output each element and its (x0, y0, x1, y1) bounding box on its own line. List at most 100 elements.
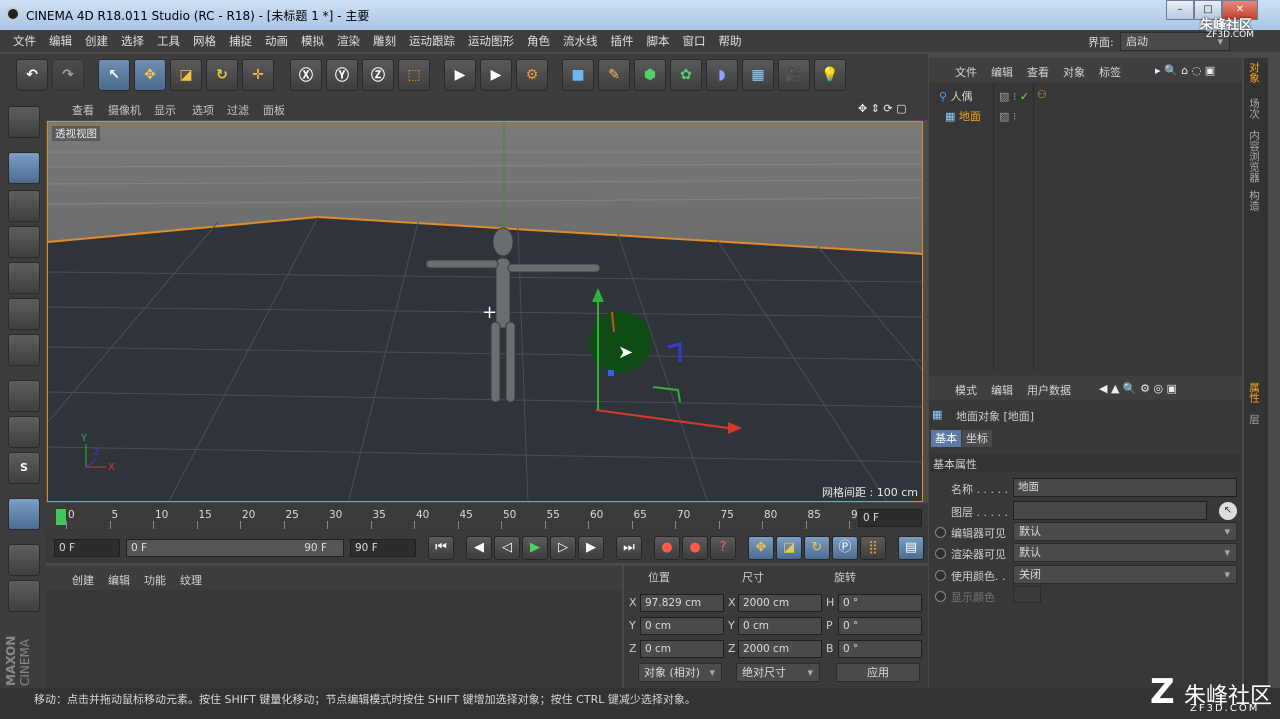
om-tool-icons[interactable]: ▸ 🔍 ⌂ ◌ ▣ (1155, 64, 1215, 77)
playhead[interactable] (56, 509, 66, 525)
move-tool-icon[interactable]: ✥ (134, 59, 166, 91)
vp-menu-filter[interactable]: 过滤 (227, 102, 249, 118)
mat-menu-edit[interactable]: 编辑 (108, 572, 130, 588)
rotate-tool-icon[interactable]: ↻ (206, 59, 238, 91)
figure-tag-icon[interactable]: ⚇ (1037, 88, 1047, 101)
side-tab-0[interactable]: 对象 (1247, 62, 1262, 83)
next-frame-icon[interactable]: ▷ (550, 536, 576, 560)
key-pla-icon[interactable]: ⣿ (860, 536, 886, 560)
vp-menu-options[interactable]: 选项 (192, 102, 214, 118)
attr-select-4[interactable]: 关闭 (1013, 565, 1237, 584)
am-menu-edit[interactable]: 编辑 (991, 382, 1013, 398)
perspective-viewport[interactable]: + ➤ 透视视图 Y X Z 网格间距 : 100 cm (47, 121, 923, 502)
timeline[interactable]: 051015202530354045505560657075808590 0 F (46, 503, 928, 533)
mat-menu-create[interactable]: 创建 (72, 572, 94, 588)
menu-item-10[interactable]: 雕刻 (373, 30, 396, 52)
am-menu-userdata[interactable]: 用户数据 (1027, 382, 1071, 398)
size-field[interactable]: 2000 cm (738, 640, 822, 658)
menu-item-4[interactable]: 工具 (157, 30, 180, 52)
edges-mode-icon[interactable] (8, 298, 40, 330)
menu-item-15[interactable]: 插件 (611, 30, 634, 52)
menu-item-13[interactable]: 角色 (527, 30, 550, 52)
vp-menu-panel[interactable]: 面板 (263, 102, 285, 118)
rot-field[interactable]: 0 ° (838, 640, 922, 658)
layer-picker-icon[interactable]: ↖ (1219, 502, 1237, 520)
pos-field[interactable]: 97.829 cm (640, 594, 724, 612)
display-color-swatch[interactable] (1013, 586, 1041, 603)
key-position-icon[interactable]: ✥ (748, 536, 774, 560)
pos-field[interactable]: 0 cm (640, 617, 724, 635)
menu-item-14[interactable]: 流水线 (563, 30, 598, 52)
mat-menu-texture[interactable]: 纹理 (180, 572, 202, 588)
tab-basic[interactable]: 基本 (931, 430, 961, 447)
menu-item-12[interactable]: 运动图形 (468, 30, 514, 52)
side-tab-5[interactable]: 层 (1247, 414, 1262, 425)
coordinate-system-icon[interactable]: ⬚ (398, 59, 430, 91)
floor-visibility-icon[interactable]: ▨ ⁝ (999, 110, 1016, 123)
om-menu-object[interactable]: 对象 (1063, 64, 1085, 80)
size-field[interactable]: 2000 cm (738, 594, 822, 612)
menu-item-16[interactable]: 脚本 (647, 30, 670, 52)
attr-select-3[interactable]: 默认 (1013, 543, 1237, 562)
lock-workplane-icon[interactable] (8, 544, 40, 576)
mat-menu-function[interactable]: 功能 (144, 572, 166, 588)
current-frame-field[interactable]: 0 F (858, 509, 922, 527)
attr-field-0[interactable]: 地面 (1013, 478, 1237, 497)
tab-coord[interactable]: 坐标 (962, 430, 992, 447)
play-icon[interactable]: ▶ (522, 536, 548, 560)
end-frame-field[interactable]: 90 F (350, 539, 416, 557)
am-tool-icons[interactable]: ◀ ▲ 🔍 ⚙ ◎ ▣ (1099, 382, 1177, 395)
side-tab-2[interactable]: 内容浏览器 (1247, 130, 1262, 183)
vp-menu-display[interactable]: 显示 (154, 102, 176, 118)
menu-item-6[interactable]: 捕捉 (229, 30, 252, 52)
pos-field[interactable]: 0 cm (640, 640, 724, 658)
minimize-button[interactable]: – (1166, 0, 1194, 20)
size-field[interactable]: 0 cm (738, 617, 822, 635)
autokey-icon[interactable]: ● (682, 536, 708, 560)
render-settings-icon[interactable]: ⚙ (516, 59, 548, 91)
timeline-window-icon[interactable]: ▤ (898, 536, 924, 560)
snap-icon[interactable]: S (8, 452, 40, 484)
points-mode-icon[interactable] (8, 262, 40, 294)
model-mode-icon[interactable] (8, 152, 40, 184)
anim-radio[interactable] (935, 591, 946, 602)
menu-item-1[interactable]: 编辑 (49, 30, 72, 52)
om-menu-view[interactable]: 查看 (1027, 64, 1049, 80)
redo-icon[interactable]: ↷ (52, 59, 84, 91)
subdivision-icon[interactable]: ⬢ (634, 59, 666, 91)
side-tab-4[interactable]: 属性 (1247, 382, 1262, 403)
menu-item-9[interactable]: 渲染 (337, 30, 360, 52)
keyframe-selection-icon[interactable]: ? (710, 536, 736, 560)
record-active-icon[interactable]: ● (654, 536, 680, 560)
menu-item-8[interactable]: 模拟 (301, 30, 324, 52)
cloner-icon[interactable]: ✿ (670, 59, 702, 91)
coord-mode-select[interactable]: 对象 (相对) (638, 663, 722, 682)
object-row-floor[interactable]: ▦ 地面 (945, 108, 1005, 126)
x-axis-lock-icon[interactable]: Ⓧ (290, 59, 322, 91)
menu-item-0[interactable]: 文件 (13, 30, 36, 52)
frame-range-slider[interactable]: 0 F 90 F (126, 539, 344, 557)
am-menu-mode[interactable]: 模式 (955, 382, 977, 398)
anim-radio[interactable] (935, 548, 946, 559)
anim-radio[interactable] (935, 570, 946, 581)
attr-field-1[interactable] (1013, 501, 1207, 520)
light-icon[interactable]: 💡 (814, 59, 846, 91)
menu-item-11[interactable]: 运动跟踪 (409, 30, 455, 52)
om-menu-file[interactable]: 文件 (955, 64, 977, 80)
prev-frame-icon[interactable]: ◁ (494, 536, 520, 560)
texture-mode-icon[interactable] (8, 190, 40, 222)
live-select-icon[interactable]: ↖ (98, 59, 130, 91)
menu-item-17[interactable]: 窗口 (683, 30, 706, 52)
undo-icon[interactable]: ↶ (16, 59, 48, 91)
deformer-icon[interactable]: ◗ (706, 59, 738, 91)
menu-item-3[interactable]: 选择 (121, 30, 144, 52)
menu-item-5[interactable]: 网格 (193, 30, 216, 52)
viewport-nav-icons[interactable]: ✥ ⇕ ⟳ ▢ (858, 102, 907, 115)
magnet-icon[interactable] (8, 498, 40, 530)
axis-mode-icon[interactable] (8, 380, 40, 412)
rot-field[interactable]: 0 ° (838, 594, 922, 612)
attr-select-2[interactable]: 默认 (1013, 522, 1237, 541)
planar-workplane-icon[interactable] (8, 580, 40, 612)
key-scale-icon[interactable]: ◪ (776, 536, 802, 560)
render-picture-viewer-icon[interactable]: ▶ (480, 59, 512, 91)
